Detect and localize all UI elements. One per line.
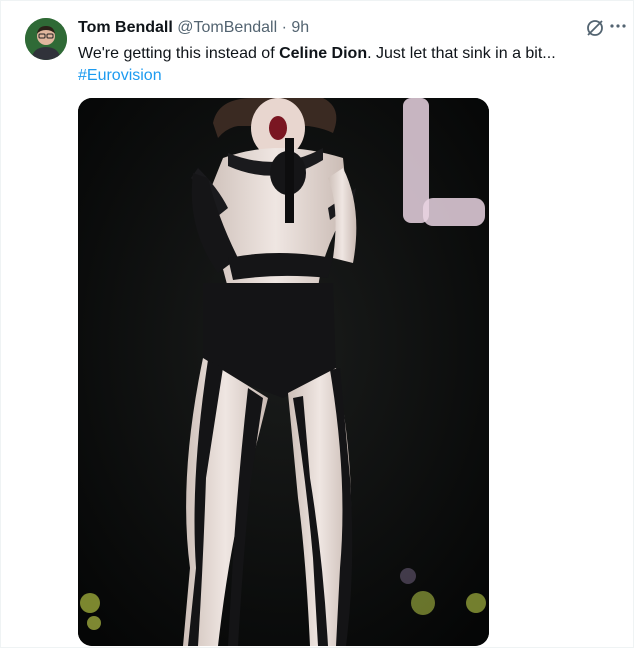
timestamp[interactable]: 9h: [291, 19, 309, 36]
grok-icon[interactable]: [585, 18, 605, 38]
tweet-text-part1: We're getting this instead of: [78, 45, 280, 62]
tweet-text: We're getting this instead of Celine Dio…: [78, 43, 618, 87]
tweet-text-bold: Celine Dion: [279, 45, 368, 62]
hashtag-link[interactable]: #Eurovision: [78, 65, 618, 87]
more-options-icon[interactable]: [606, 16, 630, 38]
tweet-header: Tom Bendall @TomBendall · 9h: [78, 18, 309, 38]
tweet-text-part2: . Just let that sink in a bit...: [367, 45, 556, 62]
header-separator: ·: [281, 19, 287, 36]
tweet-photo[interactable]: [78, 98, 489, 646]
author-name[interactable]: Tom Bendall: [78, 19, 173, 36]
tweet-card[interactable]: Tom Bendall @TomBendall · 9h We're getti…: [0, 0, 634, 648]
author-handle[interactable]: @TomBendall: [177, 19, 277, 36]
avatar[interactable]: [25, 18, 67, 60]
